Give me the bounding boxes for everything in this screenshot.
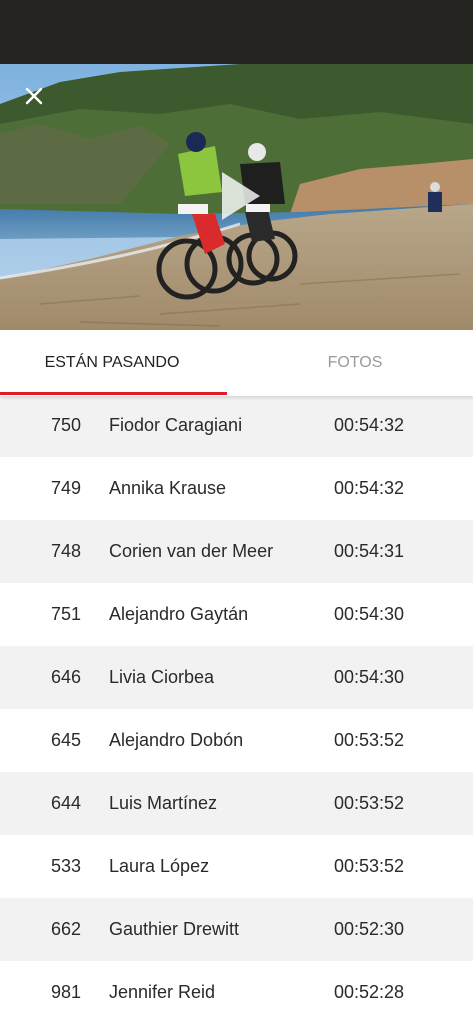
rider-name: Alejandro Gaytán [109,604,249,624]
status-bar [0,0,473,64]
split-time: 00:54:32 [334,478,405,498]
bib-number: 646 [51,667,82,687]
rider-name: Fiodor Caragiani [109,415,243,435]
split-time: 00:54:30 [334,667,405,687]
rider-name: Luis Martínez [109,793,218,813]
split-time: 00:52:28 [334,982,405,1002]
play-icon [222,172,260,220]
table-row[interactable]: 748 Corien van der Meer 00:54:31 [0,520,473,583]
table-row[interactable]: 645 Alejandro Dobón 00:53:52 [0,709,473,772]
close-icon [25,87,43,105]
video-preview[interactable] [0,64,473,330]
rider-name: Corien van der Meer [109,541,274,561]
rider-name: Laura López [109,856,210,876]
table-row[interactable]: 751 Alejandro Gaytán 00:54:30 [0,583,473,646]
rider-name: Gauthier Drewitt [109,919,240,939]
table-row[interactable]: 662 Gauthier Drewitt 00:52:30 [0,898,473,961]
table-row[interactable]: 750 Fiodor Caragiani 00:54:32 [0,394,473,457]
bib-number: 644 [51,793,82,813]
bib-number: 749 [51,478,82,498]
table-row[interactable]: 533 Laura López 00:53:52 [0,835,473,898]
play-button[interactable] [218,170,262,222]
bib-number: 981 [51,982,82,1002]
tab-bar: ESTÁN PASANDO FOTOS [0,330,473,396]
rider-name: Livia Ciorbea [109,667,215,687]
rider-name: Annika Krause [109,478,227,498]
split-time: 00:53:52 [334,793,405,813]
table-row[interactable]: 749 Annika Krause 00:54:32 [0,457,473,520]
bib-number: 662 [51,919,82,939]
bib-number: 748 [51,541,82,561]
split-time: 00:52:30 [334,919,405,939]
table-row[interactable]: 646 Livia Ciorbea 00:54:30 [0,646,473,709]
bib-number: 750 [51,415,82,435]
rider-name: Jennifer Reid [109,982,216,1002]
split-time: 00:53:52 [334,856,405,876]
table-row[interactable]: 981 Jennifer Reid 00:52:28 [0,961,473,1024]
tab-photos[interactable]: FOTOS [237,330,473,396]
bib-number: 533 [51,856,82,876]
split-time: 00:54:31 [334,541,405,561]
bib-number: 645 [51,730,82,750]
bib-number: 751 [51,604,82,624]
split-time: 00:53:52 [334,730,405,750]
riders-list: 750 Fiodor Caragiani 00:54:32 749 Annika… [0,394,473,1024]
split-time: 00:54:30 [334,604,405,624]
close-button[interactable] [20,82,48,110]
rider-name: Alejandro Dobón [109,730,244,750]
active-tab-indicator [0,392,227,395]
split-time: 00:54:32 [334,415,405,435]
tab-passing[interactable]: ESTÁN PASANDO [0,330,236,396]
table-row[interactable]: 644 Luis Martínez 00:53:52 [0,772,473,835]
